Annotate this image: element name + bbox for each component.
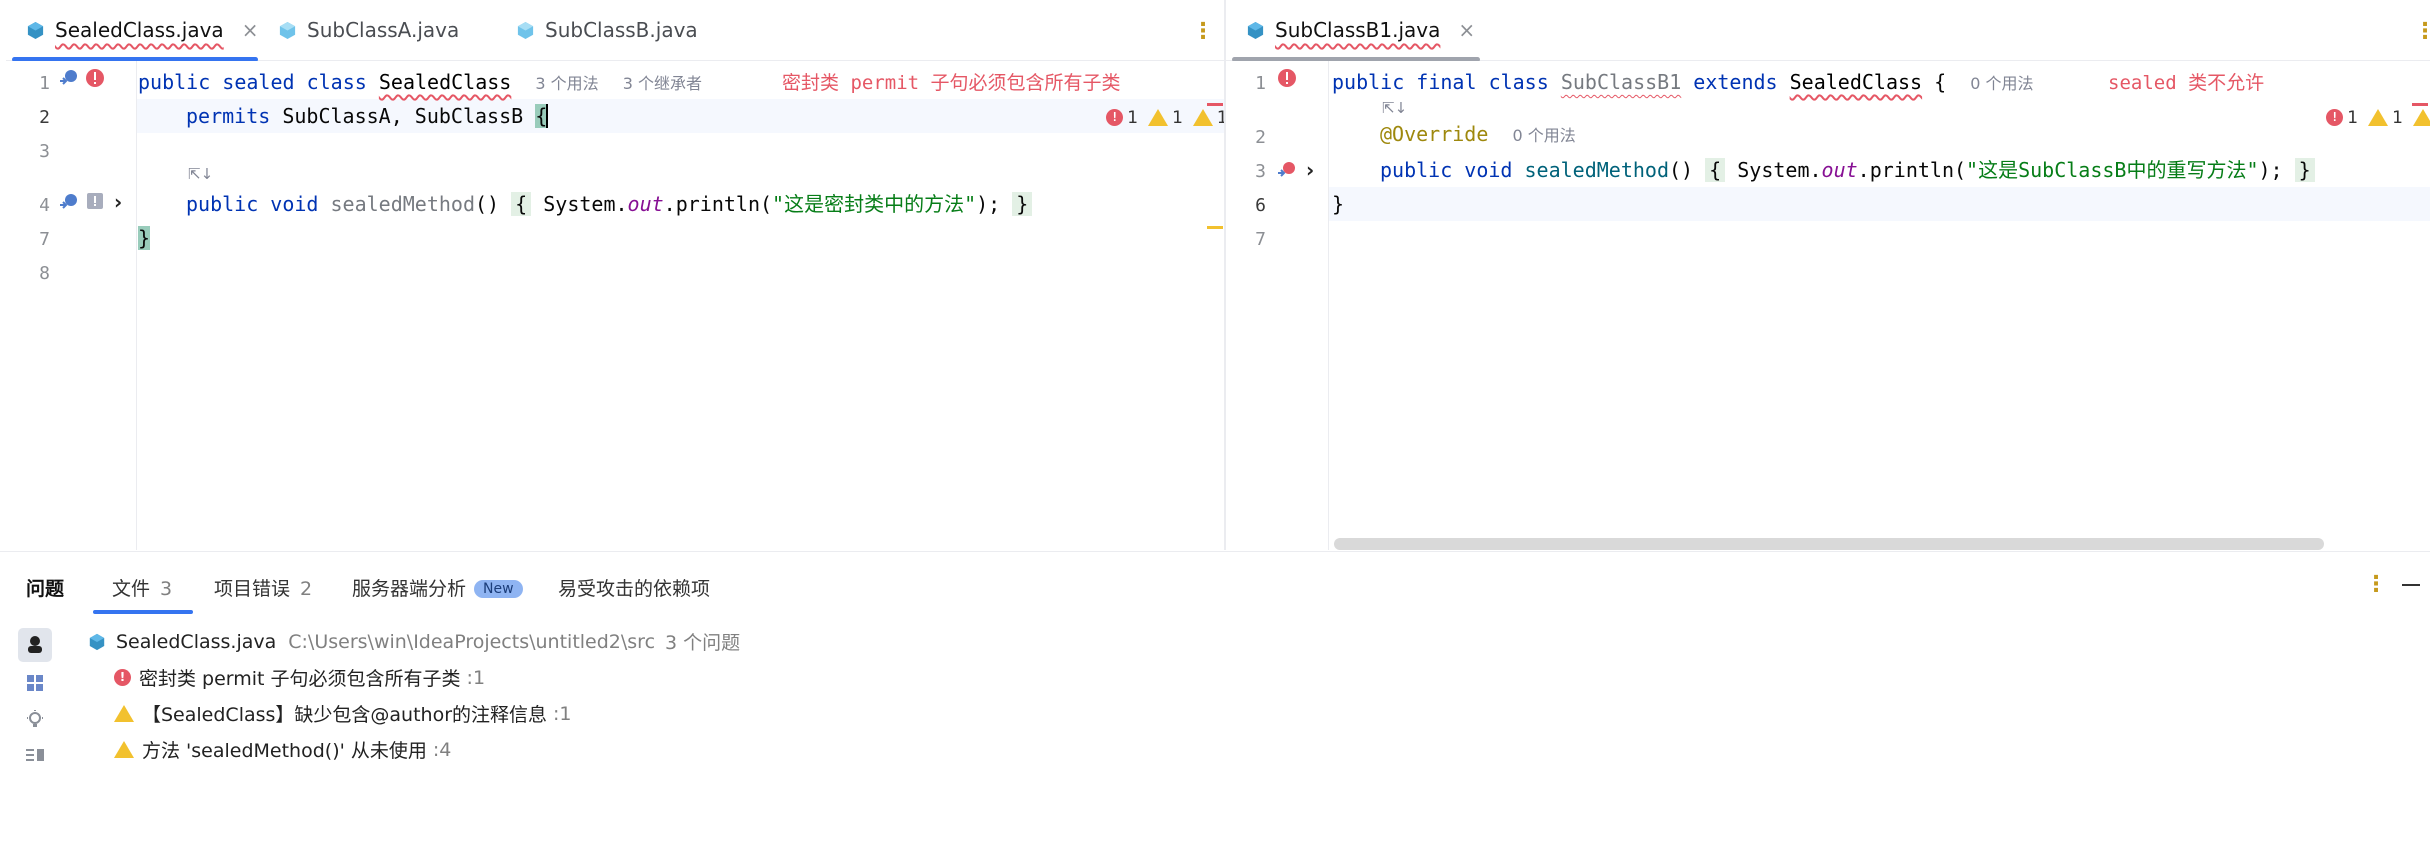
- weak-warning-count-icon: [1192, 109, 1213, 126]
- line-number: 1: [1255, 73, 1266, 94]
- code-line-4: public void sealedMethod() { System.out.…: [186, 187, 1033, 221]
- tab-label: SubClassB.java: [545, 18, 698, 42]
- tab-file[interactable]: 文件 3: [112, 574, 172, 601]
- tab-sealedclass[interactable]: SealedClass.java ×: [12, 0, 259, 62]
- current-line-highlight: [1226, 187, 2430, 221]
- code-line-2: permits SubClassA, SubClassB {: [186, 104, 549, 128]
- java-class-file-icon: [1247, 21, 1264, 39]
- code-line-7: }: [138, 226, 151, 250]
- inspection-widget[interactable]: !111↑↓: [2254, 65, 2430, 128]
- fold-expand-icon[interactable]: ›: [114, 190, 122, 214]
- code-line-3: public void sealedMethod() { System.out.…: [1380, 153, 2315, 187]
- implemented-marker-icon[interactable]: [58, 191, 80, 213]
- java-class-file-icon: [279, 21, 296, 39]
- warning-count-icon: [1148, 109, 1169, 126]
- right-tab-bar: SubClassB1.java × ⋮: [1226, 0, 2430, 62]
- line-number: 8: [39, 263, 50, 284]
- tab-subclassa[interactable]: SubClassA.java: [278, 0, 459, 60]
- problem-item[interactable]: 方法 'sealedMethod()' 从未使用:4: [114, 736, 451, 763]
- inlay-hint-icon[interactable]: ⇱↓: [1382, 99, 1407, 117]
- tab-subclassb1[interactable]: SubClassB1.java ×: [1232, 0, 1480, 62]
- line-number: 3: [1255, 161, 1266, 182]
- line-number: 7: [39, 229, 50, 250]
- problems-panel: 问题 文件 3 项目错误 2 服务器端分析 New 易受攻击的依赖项 ⋮ Sealed…: [0, 551, 2430, 852]
- code-line-2: @Override 0 个用法: [1380, 122, 1576, 146]
- left-tab-bar: SealedClass.java × SubClassA.java SubCla…: [6, 0, 1225, 62]
- tab-subclassb[interactable]: SubClassB.java: [516, 0, 698, 60]
- error-stripe-mark[interactable]: [1207, 103, 1223, 106]
- line-number: 2: [1255, 127, 1266, 148]
- horizontal-scrollbar[interactable]: [1334, 538, 2324, 550]
- gutter: 1 2 3 6 7 ›: [1226, 61, 1329, 550]
- error-count-icon: !: [2326, 109, 2344, 126]
- line-number: 7: [1255, 229, 1266, 250]
- line-number: 6: [1255, 195, 1266, 216]
- problem-item[interactable]: 【SealedClass】缺少包含@author的注释信息:1: [114, 700, 572, 727]
- line-number: 4: [39, 195, 50, 216]
- problem-count: 3 个问题: [665, 632, 741, 654]
- gutter: 1 2 3 4 7 8 ›: [6, 61, 137, 550]
- filter-icon[interactable]: [18, 628, 52, 662]
- error-gutter-icon[interactable]: [85, 68, 105, 88]
- java-class-file-icon: [27, 21, 44, 39]
- close-icon[interactable]: ×: [1458, 18, 1475, 42]
- warning-icon: [114, 741, 134, 758]
- problems-title: 问题: [26, 578, 65, 600]
- java-class-file-icon: [517, 21, 534, 39]
- code-line-1: public sealed class SealedClass 3 个用法 3 …: [138, 70, 703, 94]
- new-badge: New: [474, 580, 523, 598]
- more-options-icon[interactable]: ⋮: [2414, 19, 2430, 44]
- group-by-icon[interactable]: [18, 666, 52, 700]
- problem-file-row[interactable]: SealedClass.java C:\Users\win\IdeaProjec…: [88, 628, 740, 655]
- inspection-widget[interactable]: !111↑↓: [1034, 65, 1225, 128]
- line-number: 2: [39, 107, 50, 128]
- left-editor-pane: SealedClass.java × SubClassA.java SubCla…: [6, 0, 1225, 550]
- tab-label: SubClassA.java: [307, 18, 460, 42]
- inheritors-hint[interactable]: 3 个继承者: [623, 74, 702, 93]
- right-editor-pane: SubClassB1.java × ⋮ 1 2 3 6 7 › public f…: [1226, 0, 2430, 550]
- error-stripe-mark[interactable]: [2412, 103, 2428, 106]
- warning-stripe-mark[interactable]: [1207, 226, 1223, 229]
- usages-hint[interactable]: 0 个用法: [1512, 126, 1575, 145]
- tab-vulnerable-dependencies[interactable]: 易受攻击的依赖项: [558, 574, 710, 601]
- error-icon: !: [114, 669, 131, 686]
- tab-project-errors[interactable]: 项目错误 2: [214, 574, 312, 601]
- problem-item[interactable]: ! 密封类 permit 子句必须包含所有子类:1: [114, 664, 485, 691]
- minimize-icon[interactable]: [2402, 584, 2420, 586]
- weak-warning-count-icon: [2412, 109, 2430, 126]
- tab-server-analysis[interactable]: 服务器端分析 New: [352, 574, 523, 601]
- more-options-icon[interactable]: ⋮: [1192, 19, 1214, 44]
- error-gutter-icon[interactable]: [1277, 68, 1297, 88]
- usages-hint[interactable]: 0 个用法: [1970, 74, 2033, 93]
- more-options-icon[interactable]: ⋮: [2365, 572, 2387, 597]
- code-editor[interactable]: 1 2 3 4 7 8 › public sealed class Sealed…: [6, 61, 1225, 550]
- inline-error-hint: sealed 类不允许: [2108, 72, 2265, 94]
- code-editor[interactable]: 1 2 3 6 7 › public final class SubClassB…: [1226, 61, 2430, 550]
- overrides-marker-icon[interactable]: [1276, 159, 1298, 181]
- active-tab-indicator: [93, 610, 193, 614]
- line-number: 1: [39, 73, 50, 94]
- tab-label: SealedClass.java: [55, 18, 224, 42]
- warning-gutter-icon[interactable]: [86, 192, 104, 210]
- inlay-hint-icon[interactable]: ⇱↓: [188, 165, 213, 183]
- lightbulb-icon[interactable]: [18, 702, 52, 736]
- java-class-file-icon: [89, 633, 105, 650]
- usages-hint[interactable]: 3 个用法: [535, 74, 598, 93]
- warning-icon: [114, 705, 134, 722]
- code-line-6: }: [1332, 192, 1345, 216]
- warning-count-icon: [2368, 109, 2389, 126]
- code-line-1: public final class SubClassB1 extends Se…: [1332, 70, 2034, 94]
- close-icon[interactable]: ×: [242, 18, 259, 42]
- file-path: C:\Users\win\IdeaProjects\untitled2\src: [288, 630, 656, 653]
- preview-icon[interactable]: [18, 738, 52, 772]
- line-number: 3: [39, 141, 50, 162]
- fold-expand-icon[interactable]: ›: [1306, 158, 1314, 182]
- implemented-marker-icon[interactable]: [58, 67, 80, 89]
- file-name: SealedClass.java: [116, 630, 277, 653]
- error-count-icon: !: [1106, 109, 1124, 126]
- tab-label: SubClassB1.java: [1275, 18, 1441, 42]
